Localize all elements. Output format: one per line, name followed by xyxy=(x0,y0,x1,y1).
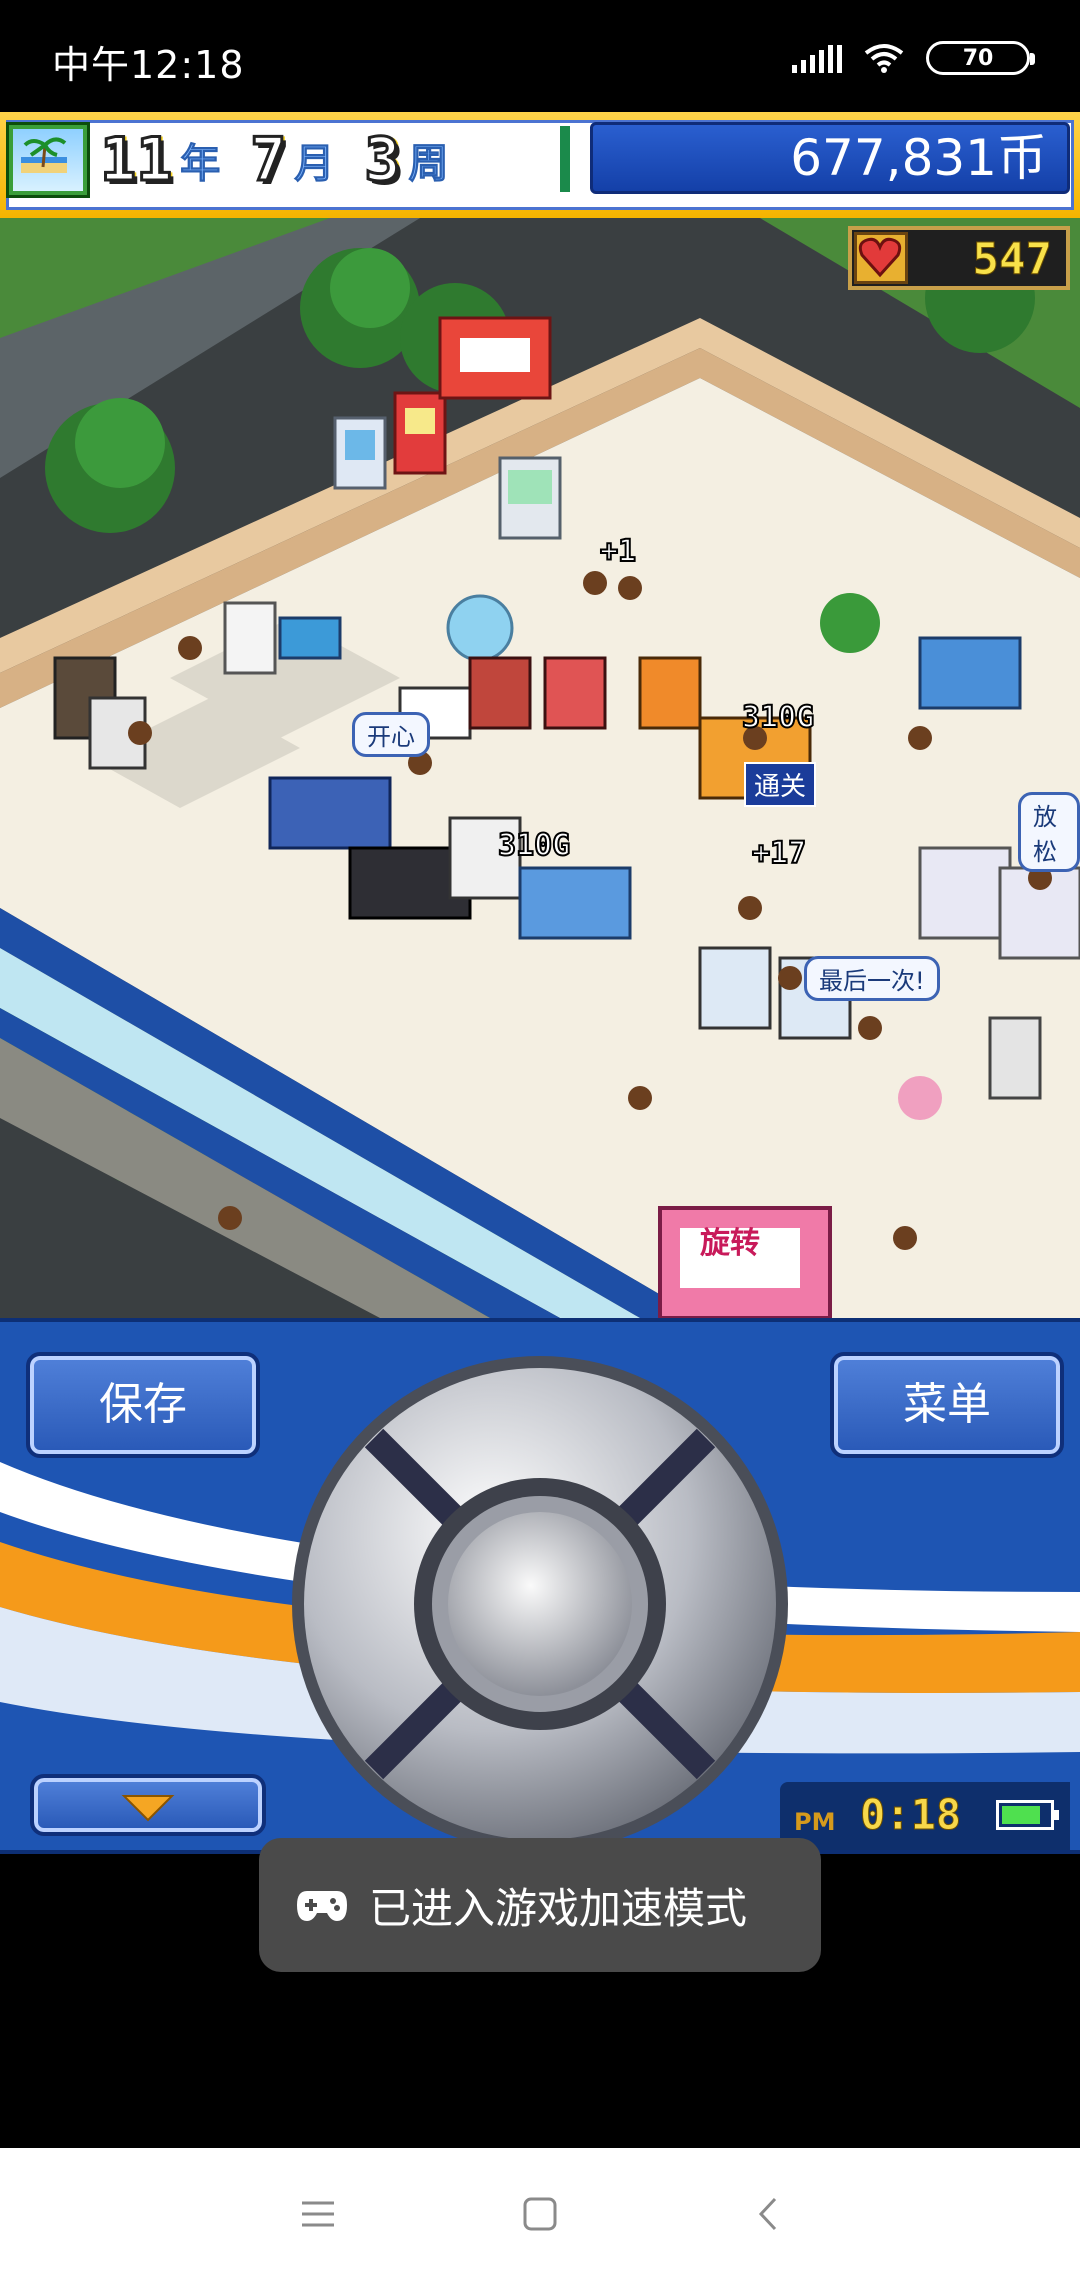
week-unit: 周 xyxy=(408,141,449,188)
battery-indicator: 70 xyxy=(926,41,1035,75)
money-display: 677,831币 xyxy=(590,122,1070,194)
gamepad-icon xyxy=(297,1891,347,1921)
device-battery-icon xyxy=(996,1800,1059,1830)
status-icons: 70 xyxy=(792,38,1035,78)
toast-text: 已进入游戏加速模式 xyxy=(369,1883,748,1933)
wifi-icon xyxy=(864,44,904,73)
save-button[interactable]: 保存 xyxy=(26,1352,260,1458)
month-unit: 月 xyxy=(294,141,335,188)
hearts-counter: 547 xyxy=(848,226,1070,290)
collapse-button[interactable] xyxy=(30,1774,266,1836)
hearts-value: 547 xyxy=(972,234,1052,286)
signal-bars-icon xyxy=(792,43,842,73)
float-coins-b: 310G xyxy=(497,827,571,864)
speech-bubble-relax: 放松 xyxy=(1018,792,1080,872)
month-value: 7 xyxy=(249,124,288,197)
game-hud: 11 年 7 月 3 周 677,831币 xyxy=(0,112,1080,218)
triangle-down-icon xyxy=(121,1795,175,1822)
home-icon[interactable] xyxy=(514,2188,566,2240)
back-icon[interactable] xyxy=(742,2188,794,2240)
control-panel: 保存 菜单 PM 0:18 xyxy=(0,1318,1080,1854)
navigation-bar xyxy=(0,2148,1080,2280)
float-plus-one: +1 xyxy=(599,533,637,570)
entrance-sign: 旋转 xyxy=(700,1226,760,1261)
status-time: 中午12:18 xyxy=(52,43,245,87)
hud-divider xyxy=(560,126,570,192)
year-value: 11 xyxy=(98,124,173,197)
speech-bubble-happy: 开心 xyxy=(352,712,430,757)
game-world[interactable]: 547 开心 放松 最后一次! +1 +17 310G 310G 通关 旋转 xyxy=(0,218,1080,1318)
heart-icon xyxy=(854,232,908,284)
clear-tag: 通关 xyxy=(744,762,817,807)
float-plus-seventeen: +17 xyxy=(751,835,807,872)
status-bar: 中午12:18 70 xyxy=(0,0,1080,112)
game-clock: PM 0:18 xyxy=(780,1782,1070,1850)
clock-pm: PM xyxy=(794,1808,836,1836)
recent-apps-icon[interactable] xyxy=(292,2188,344,2240)
game-mode-toast: 已进入游戏加速模式 xyxy=(259,1838,821,1972)
menu-button[interactable]: 菜单 xyxy=(830,1352,1064,1458)
float-coins-a: 310G xyxy=(741,699,815,736)
clock-time: 0:18 xyxy=(859,1790,962,1840)
year-unit: 年 xyxy=(180,141,221,188)
game-date: 11 年 7 月 3 周 xyxy=(98,124,570,197)
speech-bubble-last-time: 最后一次! xyxy=(804,956,940,1001)
arcade-scene[interactable] xyxy=(0,218,1080,1318)
dpad[interactable] xyxy=(288,1352,792,1854)
week-value: 3 xyxy=(363,124,402,197)
summer-palm-icon[interactable] xyxy=(6,122,90,198)
